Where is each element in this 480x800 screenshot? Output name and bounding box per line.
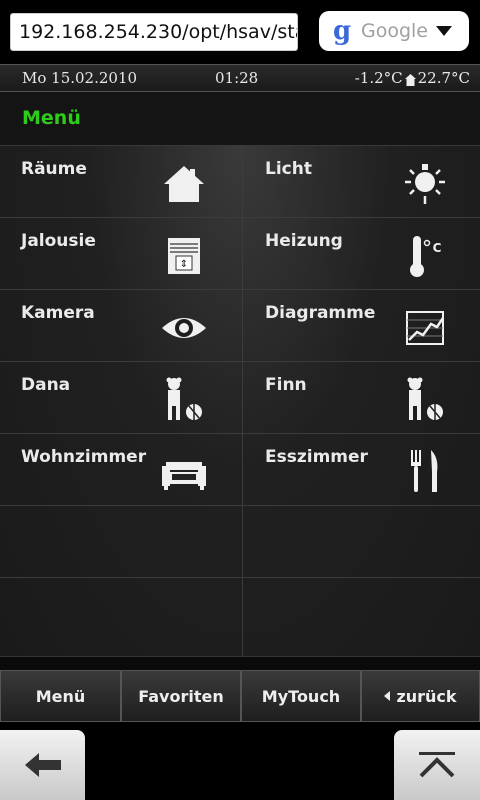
menu-item-label: Licht: [265, 159, 312, 179]
mytouch-button[interactable]: MyTouch: [241, 670, 361, 722]
back-arrow-icon: [384, 691, 391, 701]
menu-item-label: Diagramme: [265, 303, 376, 323]
status-bar: Mo 15.02.2010 01:28 -1.2°C 22.7°C: [0, 64, 480, 92]
menu-item-jalousie[interactable]: Jalousie ⇕: [0, 218, 243, 290]
menu-item-raeume[interactable]: Räume: [0, 146, 243, 218]
browser-bottom-bar: [0, 722, 480, 800]
menu-item-kamera[interactable]: Kamera: [0, 290, 243, 362]
menu-item-label: Räume: [21, 159, 87, 179]
menu-item-label: Heizung: [265, 231, 343, 251]
menu-grid: Räume Licht Jalousie ⇕ Heizung C Kamera …: [0, 146, 480, 656]
browser-back-button[interactable]: [0, 730, 85, 800]
thermometer-icon: C: [401, 232, 449, 280]
svg-text:C: C: [433, 241, 442, 255]
menu-item-label: Jalousie: [21, 231, 96, 251]
menu-item-empty: [0, 506, 243, 578]
child-toy-icon: [160, 376, 208, 424]
back-button-label: zurück: [396, 686, 457, 706]
search-engine-selector[interactable]: g Google: [319, 11, 469, 51]
fork-knife-icon: [401, 448, 449, 496]
outside-temperature: -1.2°C: [354, 69, 403, 87]
back-button[interactable]: zurück: [361, 670, 480, 722]
menu-button-label: Menü: [35, 686, 86, 706]
menu-item-wohnzimmer[interactable]: Wohnzimmer: [0, 434, 243, 506]
menu-item-empty: [243, 506, 480, 578]
menu-item-label: Kamera: [21, 303, 95, 323]
scroll-top-icon: [419, 752, 455, 778]
page-title: Menü: [22, 107, 81, 129]
status-date: Mo 15.02.2010: [22, 69, 138, 87]
light-bulb-icon: [401, 160, 449, 208]
menu-item-label: Wohnzimmer: [21, 447, 147, 467]
app-header: Menü: [0, 92, 480, 146]
child-toy-icon: [401, 376, 449, 424]
inside-temperature: 22.7°C: [417, 69, 470, 87]
favorites-button[interactable]: Favoriten: [121, 670, 241, 722]
menu-item-empty: [243, 578, 480, 656]
divider: [0, 656, 480, 671]
scroll-to-top-button[interactable]: [394, 730, 480, 800]
bottom-navigation: Menü Favoriten MyTouch zurück: [0, 670, 480, 722]
sofa-icon: [160, 448, 208, 496]
url-field[interactable]: 192.168.254.230/opt/hsav/sta: [10, 13, 298, 51]
blinds-icon: ⇕: [160, 232, 208, 280]
temperature-display: -1.2°C 22.7°C: [355, 69, 470, 87]
house-icon: [160, 160, 208, 208]
menu-item-esszimmer[interactable]: Esszimmer: [243, 434, 480, 506]
house-small-icon: [404, 72, 416, 86]
status-time: 01:28: [215, 69, 259, 87]
browser-toolbar: 192.168.254.230/opt/hsav/sta g Google: [0, 0, 480, 64]
menu-item-licht[interactable]: Licht: [243, 146, 480, 218]
menu-item-label: Dana: [21, 375, 71, 395]
chevron-down-icon: [436, 26, 453, 36]
menu-item-heizung[interactable]: Heizung C: [243, 218, 480, 290]
chart-icon: [401, 304, 449, 352]
menu-item-finn[interactable]: Finn: [243, 362, 480, 434]
search-engine-label: Google: [361, 20, 429, 42]
left-arrow-icon: [24, 753, 61, 777]
mytouch-button-label: MyTouch: [261, 686, 341, 706]
menu-item-diagramme[interactable]: Diagramme: [243, 290, 480, 362]
svg-text:⇕: ⇕: [180, 259, 188, 270]
menu-item-label: Esszimmer: [265, 447, 368, 467]
favorites-button-label: Favoriten: [138, 686, 224, 706]
menu-item-dana[interactable]: Dana: [0, 362, 243, 434]
menu-item-empty: [0, 578, 243, 656]
eye-icon: [160, 304, 208, 352]
menu-item-label: Finn: [265, 375, 307, 395]
google-logo-icon: g: [333, 16, 352, 46]
menu-button[interactable]: Menü: [0, 670, 121, 722]
